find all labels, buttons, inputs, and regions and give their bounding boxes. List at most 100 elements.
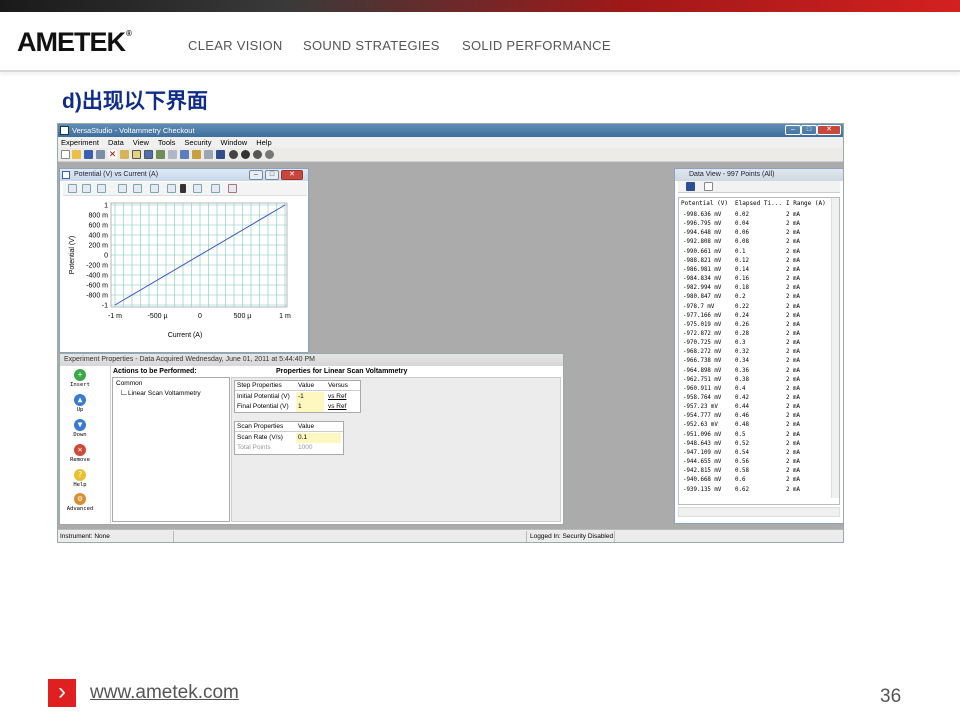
tree-node-lsv[interactable]: Linear Scan Voltammetry [128,390,201,397]
grid-view-icon[interactable] [132,150,141,159]
chart-icon[interactable] [156,150,165,159]
table-row[interactable]: -954.777 mV 0.46 2 mA [683,413,833,422]
final-versus-dropdown[interactable]: vs Ref [328,402,346,412]
table-row[interactable]: -947.109 mV 0.54 2 mA [683,450,833,459]
table-row[interactable]: -982.994 mV 0.18 2 mA [683,285,833,294]
plot-peak-icon[interactable] [228,184,237,193]
table-row[interactable]: -977.166 mV 0.24 2 mA [683,313,833,322]
table-row[interactable]: -948.643 mV 0.52 2 mA [683,441,833,450]
initial-potential-input[interactable]: -1 [296,392,324,402]
remove-button[interactable]: ✕ Remove [63,444,97,463]
plot-axis-icon[interactable] [167,184,176,193]
save-icon[interactable] [84,150,93,159]
pointer-icon[interactable] [204,150,213,159]
table-icon[interactable] [180,150,189,159]
maximize-button[interactable]: □ [801,125,817,135]
horizontal-scrollbar[interactable] [678,507,840,517]
new-file-icon[interactable] [61,150,70,159]
table-row[interactable]: -964.898 mV 0.36 2 mA [683,368,833,377]
table-row[interactable]: -966.738 mV 0.34 2 mA [683,358,833,367]
table-row[interactable]: -960.911 mV 0.4 2 mA [683,386,833,395]
up-button[interactable]: ▲ Up [63,394,97,413]
menu-data[interactable]: Data [108,138,124,147]
table-row[interactable]: -940.668 mV 0.6 2 mA [683,477,833,486]
table-row[interactable]: -942.815 mV 0.58 2 mA [683,468,833,477]
insert-button[interactable]: + Insert [63,369,97,388]
data-view-icon[interactable] [144,150,153,159]
advanced-button[interactable]: ⚙ Advanced [63,493,97,512]
table-row[interactable]: -968.272 mV 0.32 2 mA [683,349,833,358]
print-icon[interactable] [96,150,105,159]
plot-zoom-out-icon[interactable] [150,184,159,193]
table-row[interactable]: -972.872 mV 0.28 2 mA [683,331,833,340]
table-row[interactable]: -958.764 mV 0.42 2 mA [683,395,833,404]
run-icon[interactable] [229,150,238,159]
table-row[interactable]: -992.808 mV 0.08 2 mA [683,239,833,248]
vertical-scrollbar[interactable] [831,198,839,498]
plot-restore-button[interactable]: □ [265,170,279,180]
close-button[interactable]: ✕ [817,125,841,135]
cell-irange: 2 mA [786,431,800,438]
down-button[interactable]: ▼ Down [63,419,97,438]
table-row[interactable]: -996.795 mV 0.04 2 mA [683,221,833,230]
menu-window[interactable]: Window [221,138,248,147]
stop-icon[interactable] [253,150,262,159]
footer-url-link[interactable]: www.ametek.com [90,682,239,704]
col-header-potential[interactable]: Potential (V) [681,200,728,209]
final-potential-input[interactable]: 1 [296,402,324,412]
table-row[interactable]: -994.648 mV 0.06 2 mA [683,230,833,239]
monitor-icon[interactable] [216,150,225,159]
tree-node-common[interactable]: Common [116,380,142,387]
cell-elapsed: 0.16 [735,276,749,283]
scale-icon[interactable] [168,150,177,159]
table-row[interactable]: -957.23 mV 0.44 2 mA [683,404,833,413]
plot-trace-icon[interactable] [193,184,202,193]
col-header-irange[interactable]: I Range (A) [786,200,826,209]
menu-security[interactable]: Security [184,138,211,147]
table-row[interactable]: -980.847 mV 0.2 2 mA [683,294,833,303]
minimize-button[interactable]: – [785,125,801,135]
export-icon[interactable] [704,182,713,191]
copy-icon[interactable] [120,150,129,159]
table-row[interactable]: -939.135 mV 0.62 2 mA [683,487,833,496]
plot-minimize-button[interactable]: – [249,170,263,180]
help-button[interactable]: ? Help [63,469,97,488]
table-row[interactable]: -970.725 mV 0.3 2 mA [683,340,833,349]
table-row[interactable]: -998.636 mV 0.02 2 mA [683,212,833,221]
table-row[interactable]: -951.096 mV 0.5 2 mA [683,432,833,441]
table-row[interactable]: -986.981 mV 0.14 2 mA [683,267,833,276]
plot-close-button[interactable]: ✕ [281,170,303,180]
table-row[interactable]: -990.661 mV 0.1 2 mA [683,249,833,258]
pause-icon[interactable] [241,150,250,159]
table-row[interactable]: -988.821 mV 0.12 2 mA [683,258,833,267]
col-header-elapsed[interactable]: Elapsed Ti... [735,200,782,209]
wrench-icon[interactable] [192,150,201,159]
table-row[interactable]: -952.63 mV 0.48 2 mA [683,422,833,431]
skip-icon[interactable] [265,150,274,159]
plot-fit-icon[interactable] [118,184,127,193]
plot-zoom-in-icon[interactable] [133,184,142,193]
cell-irange: 2 mA [786,367,800,374]
delete-icon[interactable]: ✕ [108,150,117,159]
menu-tools[interactable]: Tools [158,138,176,147]
plot-cursor-icon[interactable] [97,184,106,193]
table-row[interactable]: -975.019 mV 0.26 2 mA [683,322,833,331]
filter-icon[interactable] [686,182,695,191]
open-folder-icon[interactable] [72,150,81,159]
menu-view[interactable]: View [133,138,149,147]
initial-versus-dropdown[interactable]: vs Ref [328,392,346,402]
table-row[interactable]: -984.834 mV 0.16 2 mA [683,276,833,285]
table-row[interactable]: -944.655 mV 0.56 2 mA [683,459,833,468]
cell-potential: -984.834 mV [683,276,722,283]
plot-zoom-icon[interactable] [68,184,77,193]
tagline-1: CLEAR VISION [188,38,283,53]
table-row[interactable]: -962.751 mV 0.38 2 mA [683,377,833,386]
plot-dropdown-icon[interactable] [180,184,186,193]
scan-rate-input[interactable]: 0.1 [296,433,341,443]
table-row[interactable]: -978.7 mV 0.22 2 mA [683,304,833,313]
plot-pan-icon[interactable] [82,184,91,193]
step-table-header: Step Properties Value Versus [235,381,360,391]
menu-help[interactable]: Help [256,138,271,147]
plot-line-icon[interactable] [211,184,220,193]
menu-experiment[interactable]: Experiment [61,138,99,147]
